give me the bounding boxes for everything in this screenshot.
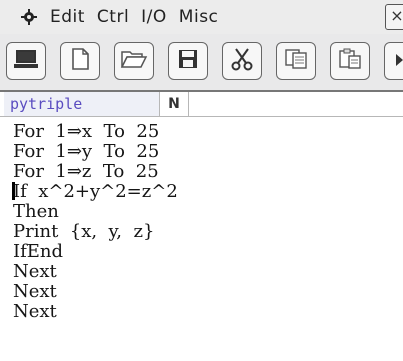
copy-button[interactable] xyxy=(276,42,316,80)
code-editor[interactable]: For 1⇒x To 25 For 1⇒y To 25 For 1⇒z To 2… xyxy=(0,118,403,361)
new-file-button[interactable] xyxy=(60,42,100,80)
code-line[interactable]: Next xyxy=(13,262,57,281)
open-folder-icon xyxy=(120,48,148,74)
menu-ctrl[interactable]: Ctrl xyxy=(97,7,129,27)
code-line[interactable]: Next xyxy=(13,282,57,301)
save-button[interactable] xyxy=(168,42,208,80)
paste-button[interactable] xyxy=(330,42,370,80)
arrow-right-icon xyxy=(395,52,403,71)
copy-icon xyxy=(284,48,308,74)
code-line[interactable]: IfEnd xyxy=(13,242,63,261)
close-button[interactable]: × xyxy=(385,4,403,30)
cut-button[interactable] xyxy=(222,42,262,80)
menu-edit[interactable]: Edit xyxy=(50,7,85,27)
code-line[interactable]: For 1⇒z To 25 xyxy=(13,162,159,181)
code-line[interactable]: Print {x, y, z} xyxy=(13,222,154,241)
code-line[interactable]: For 1⇒y To 25 xyxy=(13,142,159,161)
code-line[interactable]: If x^2+y^2=z^2 xyxy=(13,182,178,201)
more-button[interactable] xyxy=(384,42,403,80)
mode-indicator: N xyxy=(160,92,189,116)
new-file-icon xyxy=(69,47,91,75)
code-line[interactable]: Next xyxy=(13,302,57,321)
save-icon xyxy=(177,48,199,74)
program-tab-row: pytriple N xyxy=(0,92,403,117)
gear-icon[interactable] xyxy=(18,6,40,28)
computer-icon xyxy=(13,48,39,74)
menu-bar: Edit Ctrl I/O Misc × xyxy=(0,0,403,34)
menu-io[interactable]: I/O xyxy=(141,7,167,27)
toolbar xyxy=(0,34,403,92)
code-line[interactable]: For 1⇒x To 25 xyxy=(13,122,159,141)
open-button[interactable] xyxy=(114,42,154,80)
menu-misc[interactable]: Misc xyxy=(179,7,219,27)
code-line[interactable]: Then xyxy=(13,202,59,221)
cut-icon xyxy=(230,47,254,75)
program-name-tab[interactable]: pytriple xyxy=(4,92,160,116)
paste-icon xyxy=(338,48,362,74)
text-cursor xyxy=(12,182,15,200)
computer-button[interactable] xyxy=(6,42,46,80)
